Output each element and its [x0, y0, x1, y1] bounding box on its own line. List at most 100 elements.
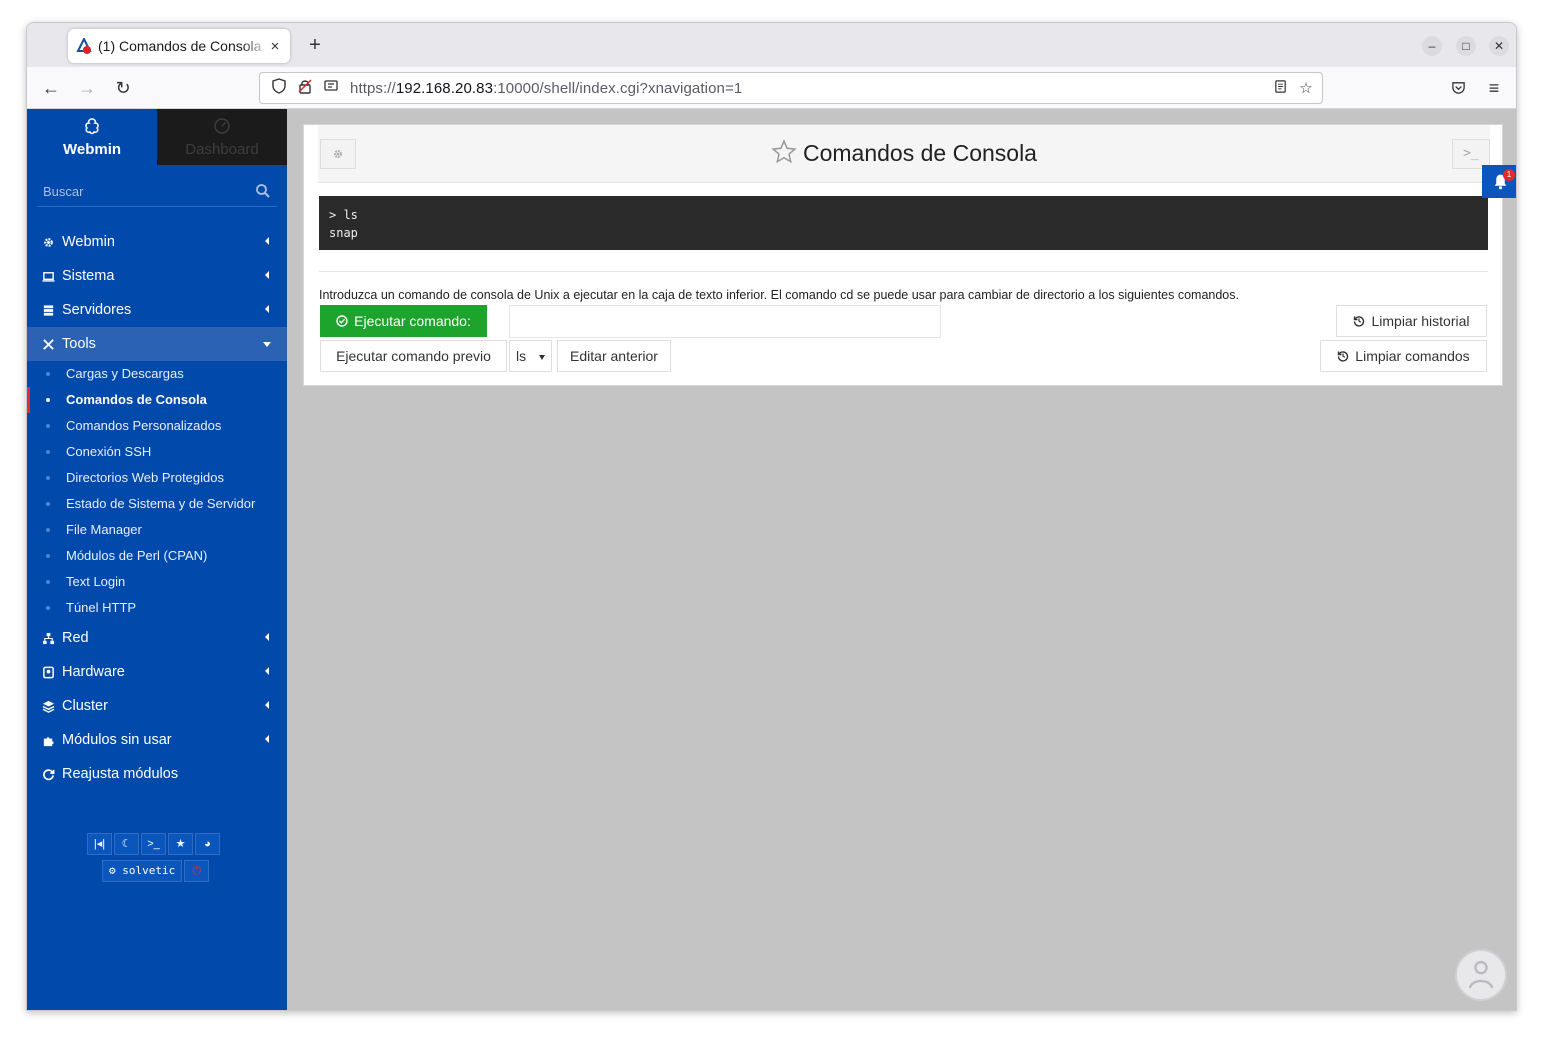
clear-history-button[interactable]: Limpiar historial — [1336, 305, 1487, 337]
tab-dashboard[interactable]: Dashboard — [157, 109, 287, 165]
sidebar-user-bar: ⚙ solvetic ⏻ — [102, 860, 210, 882]
submenu-label: Estado de Sistema y de Servidor — [66, 496, 256, 511]
tools-submenu: Cargas y Descargas Comandos de Consola C… — [27, 361, 287, 621]
sidebar-menu: Webmin Sistema Servidores Tools Cargas y… — [27, 225, 287, 791]
active-indicator — [27, 387, 30, 413]
console-output: > ls snap — [319, 196, 1488, 250]
maximize-icon[interactable]: □ — [1456, 36, 1476, 56]
help-text: Introduzca un comando de consola de Unix… — [319, 288, 1239, 302]
reload-icon[interactable]: ↻ — [111, 76, 135, 100]
sidebar-item-servidores[interactable]: Servidores — [27, 293, 287, 327]
notification-count-badge: 1 — [1503, 169, 1515, 181]
submenu-item[interactable]: Cargas y Descargas — [27, 361, 287, 387]
hamburger-menu-icon[interactable]: ≡ — [1482, 76, 1506, 100]
check-circle-icon — [336, 315, 348, 327]
terminal-icon[interactable]: >_ — [141, 833, 166, 855]
pocket-icon[interactable] — [1446, 76, 1470, 100]
command-input[interactable] — [509, 305, 941, 338]
webmin-favicon-icon — [76, 36, 92, 54]
favorite-star-icon[interactable] — [771, 139, 797, 165]
username-label: solvetic — [122, 864, 176, 877]
sidebar-item-label: Servidores — [62, 302, 132, 318]
tools-icon — [41, 337, 55, 351]
dashboard-gauge-icon — [214, 118, 230, 134]
search-icon[interactable] — [255, 183, 271, 199]
forward-arrow-icon[interactable]: → — [75, 76, 99, 100]
bookmark-star-icon[interactable]: ☆ — [1296, 79, 1316, 99]
submenu-item[interactable]: Módulos de Perl (CPAN) — [27, 543, 287, 569]
night-mode-moon-icon[interactable]: ☾ — [114, 833, 139, 855]
notifications-button[interactable]: 1 — [1482, 165, 1516, 198]
browser-tab-active[interactable]: (1) Comandos de Consola × — [68, 29, 290, 63]
server-icon — [41, 303, 55, 317]
sidebar-item-webmin[interactable]: Webmin — [27, 225, 287, 259]
tab-webmin-label: Webmin — [62, 141, 122, 158]
sidebar-item-tools[interactable]: Tools — [27, 327, 287, 361]
url-bar[interactable]: https://192.168.20.83:10000/shell/index.… — [259, 72, 1323, 104]
run-previous-command-button[interactable]: Ejecutar comando previo — [320, 340, 507, 372]
history-icon — [1354, 316, 1365, 327]
layers-icon — [41, 699, 55, 713]
url-prefix: https:// — [350, 79, 396, 97]
sidebar-item-sistema[interactable]: Sistema — [27, 259, 287, 293]
edit-previous-button[interactable]: Editar anterior — [557, 340, 671, 372]
search-input[interactable]: Buscar — [43, 184, 83, 199]
submenu-item[interactable]: Conexión SSH — [27, 439, 287, 465]
caret-left-icon — [265, 633, 269, 641]
shell-module-panel: Comandos de Consola >_ > ls snap Introdu… — [303, 124, 1503, 386]
submenu-item[interactable]: Comandos Personalizados — [27, 413, 287, 439]
clear-commands-button[interactable]: Limpiar comandos — [1320, 340, 1487, 372]
logout-icon[interactable]: ⏻ — [184, 860, 210, 882]
sidebar-tabs: Webmin Dashboard — [27, 109, 287, 165]
bullet-icon — [46, 476, 50, 480]
browser-window: (1) Comandos de Consola × + – □ ✕ ← → ↻ … — [26, 22, 1517, 1011]
window-close-icon[interactable]: ✕ — [1489, 36, 1509, 56]
collapse-sidebar-icon[interactable]: |◂| — [87, 833, 112, 855]
caret-left-icon — [265, 667, 269, 675]
bullet-icon — [46, 398, 50, 402]
bullet-icon — [46, 450, 50, 454]
submenu-item[interactable]: File Manager — [27, 517, 287, 543]
caret-left-icon — [265, 735, 269, 743]
shield-icon[interactable] — [268, 78, 290, 98]
clear-commands-label: Limpiar comandos — [1355, 348, 1470, 364]
webmin-sidebar: Webmin Dashboard Buscar Webmin Sistema S… — [27, 109, 287, 1010]
insecure-lock-icon[interactable] — [294, 78, 316, 98]
network-icon — [41, 631, 55, 645]
previous-command-value: ls — [516, 348, 527, 364]
caret-left-icon — [265, 305, 269, 313]
sidebar-search[interactable]: Buscar — [37, 179, 277, 207]
user-button[interactable]: ⚙ solvetic — [102, 860, 183, 882]
back-arrow-icon[interactable]: ← — [39, 76, 63, 100]
submenu-label: Túnel HTTP — [66, 600, 137, 615]
submenu-item[interactable]: Túnel HTTP — [27, 595, 287, 621]
sidebar-item-hardware[interactable]: Hardware — [27, 655, 287, 689]
previous-command-select[interactable]: ls — [509, 340, 552, 372]
tab-webmin[interactable]: Webmin — [27, 109, 157, 165]
favorites-star-icon[interactable]: ★ — [168, 833, 193, 855]
solvetic-logo — [1455, 949, 1507, 1001]
panel-header: Comandos de Consola >_ — [318, 125, 1490, 183]
sidebar-item-reajusta-modulos[interactable]: Reajusta módulos — [27, 757, 287, 791]
run-command-button[interactable]: Ejecutar comando: — [320, 305, 487, 337]
run-command-label: Ejecutar comando: — [354, 313, 471, 329]
sidebar-item-modulos-sin-usar[interactable]: Módulos sin usar — [27, 723, 287, 757]
submenu-label: Comandos Personalizados — [66, 418, 222, 433]
refresh-icon — [41, 767, 55, 781]
palette-icon[interactable]: ◕ — [195, 833, 220, 855]
bullet-icon — [46, 606, 50, 610]
reader-view-icon[interactable] — [1270, 79, 1290, 99]
navigation-bar: ← → ↻ https://192.168.20.83:10000/shell/… — [27, 67, 1516, 109]
sidebar-item-cluster[interactable]: Cluster — [27, 689, 287, 723]
submenu-label: Cargas y Descargas — [66, 366, 184, 381]
submenu-item[interactable]: Directorios Web Protegidos — [27, 465, 287, 491]
submenu-item[interactable]: Estado de Sistema y de Servidor — [27, 491, 287, 517]
new-tab-button[interactable]: + — [303, 34, 327, 58]
permissions-icon[interactable] — [320, 78, 342, 98]
tab-close-icon[interactable]: × — [268, 38, 282, 55]
minimize-icon[interactable]: – — [1422, 36, 1442, 56]
sidebar-item-red[interactable]: Red — [27, 621, 287, 655]
submenu-item-active[interactable]: Comandos de Consola — [27, 387, 287, 413]
caret-left-icon — [265, 271, 269, 279]
submenu-item[interactable]: Text Login — [27, 569, 287, 595]
